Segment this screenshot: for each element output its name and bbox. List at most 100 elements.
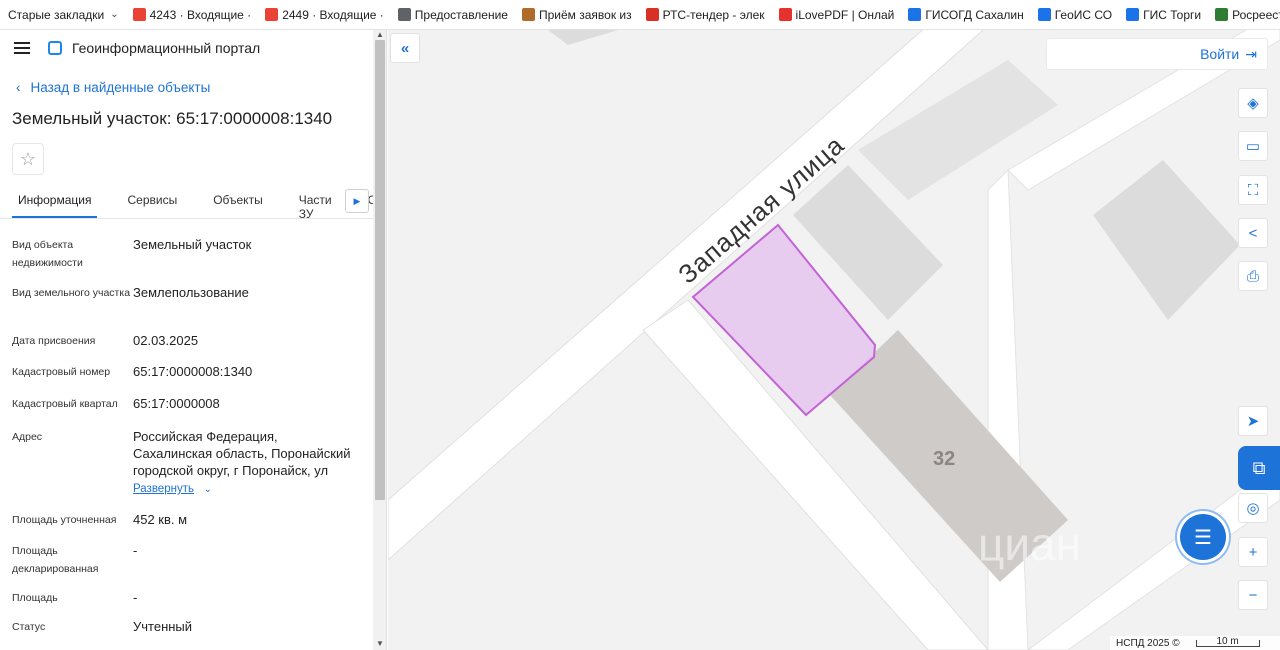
bookmark-item[interactable]: ГеоИС СО — [1037, 7, 1113, 22]
service-widget-button[interactable]: ⧉ — [1238, 446, 1280, 490]
field-label: Площадь уточненная — [12, 514, 117, 526]
watermark-label: циан — [978, 518, 1081, 570]
navigation-button[interactable]: ➤ — [1238, 406, 1268, 436]
field-row: Площадь декларированная - — [12, 542, 362, 578]
scrollbar-thumb[interactable] — [375, 40, 385, 500]
mail-icon — [132, 8, 146, 21]
location-button[interactable]: ◎ — [1238, 493, 1268, 523]
tab-information[interactable]: Информация — [12, 189, 98, 218]
field-label: Кадастровый номер — [12, 366, 111, 378]
bookmark-item[interactable]: iLovePDF | Онлай — [778, 7, 895, 22]
expand-label: Развернуть — [133, 483, 194, 495]
area-select-button[interactable]: ⛶ — [1238, 175, 1268, 205]
field-label: Вид объекта недвижимости — [12, 239, 83, 269]
field-value-address: Российская Федерация, Сахалинская област… — [133, 428, 358, 498]
field-row: Площадь - — [12, 589, 362, 607]
menu-icon[interactable] — [14, 42, 30, 54]
field-label: Вид земельного участка — [12, 287, 131, 299]
field-value: 65:17:0000008 — [133, 396, 220, 411]
bookmark-item[interactable]: Приём заявок из — [521, 8, 632, 22]
collapse-panel-button[interactable]: « — [390, 33, 420, 63]
field-value: 452 кв. м — [133, 512, 188, 527]
scroll-up-icon[interactable]: ▲ — [376, 30, 384, 39]
field-value: 65:17:0000008:1340 — [133, 364, 253, 379]
bookmark-item[interactable]: 4243 · Входящие · — [132, 7, 252, 22]
panel-scrollbar[interactable]: ▲ ▼ — [373, 30, 387, 650]
field-value: 02.03.2025 — [133, 333, 199, 348]
zoom-in-button[interactable]: + — [1238, 537, 1268, 567]
rosreestr-icon — [1215, 8, 1229, 21]
tab-objects[interactable]: Объекты — [207, 189, 269, 218]
object-title: Земельный участок: 65:17:0000008:1340 — [12, 109, 333, 128]
chevron-down-icon: ⌄ — [110, 9, 119, 20]
widget-icon: ⧉ — [1252, 457, 1266, 478]
tabs-scroll-right-button[interactable]: ▶ — [345, 189, 369, 213]
back-link[interactable]: ‹ Назад в найденные объекты — [16, 80, 373, 95]
field-row: Статус Учтенный — [12, 618, 362, 636]
object-info-panel: Геоинформационный портал ‹ Назад в найде… — [0, 30, 373, 650]
mail-icon — [265, 8, 279, 21]
field-value: Земельный участок — [133, 237, 252, 252]
emblem-icon — [1126, 8, 1140, 21]
bookmark-label: iLovePDF | Онлай — [795, 7, 895, 22]
login-button[interactable]: Войти ⇥ — [1046, 38, 1268, 70]
portal-logo-icon — [48, 41, 62, 55]
favorite-star-icon[interactable]: ☆ — [12, 143, 44, 175]
panel-header: Геоинформационный портал — [0, 30, 373, 66]
portal-title: Геоинформационный портал — [72, 40, 261, 56]
bookmark-label: 2449 · Входящие · — [282, 7, 384, 22]
tab-bar: Информация Сервисы Объекты Части ЗУ Сост… — [0, 189, 373, 221]
bookmark-label: 4243 · Входящие · — [149, 7, 252, 22]
bookmark-item[interactable]: Росреестр — [1215, 8, 1280, 22]
field-value: Учтенный — [133, 619, 193, 634]
back-link-label: Назад в найденные объекты — [30, 80, 211, 95]
bookmark-item[interactable]: 2449 · Входящие · — [265, 8, 384, 22]
bookmark-label: РТС-тендер - элек — [662, 7, 765, 22]
zoom-out-button[interactable]: − — [1238, 580, 1268, 610]
bookmark-item[interactable]: ГИС Торги — [1126, 8, 1201, 22]
field-value: Землепользование — [133, 285, 249, 300]
bookmark-item[interactable]: Предоставление — [397, 8, 508, 22]
bookmark-label: ГИСОГД Сахалин — [925, 7, 1024, 22]
bookmark-item[interactable]: Старые закладки ⌄ — [8, 8, 119, 22]
print-button[interactable]: ⎙ — [1238, 261, 1268, 291]
globe-icon — [397, 8, 411, 21]
bookmark-item[interactable]: ГИСОГД Сахалин — [908, 7, 1024, 22]
layers-button[interactable]: ◈ — [1238, 88, 1268, 118]
field-row: Дата присвоения 02.03.2025 — [12, 332, 362, 350]
field-label: Кадастровый квартал — [12, 398, 118, 410]
building-icon — [1037, 8, 1051, 21]
bookmark-label: ГИС Торги — [1143, 7, 1202, 22]
copyright-text: НСПД 2025 © — [1116, 637, 1180, 649]
map-footer: НСПД 2025 © 10 m — [1110, 636, 1280, 650]
building-icon — [908, 8, 922, 21]
expand-link[interactable]: Развернуть ⌄ — [133, 479, 358, 498]
scale-bar: 10 m — [1195, 636, 1260, 647]
tab-parts[interactable]: Части ЗУ — [293, 189, 338, 221]
field-row: Вид объекта недвижимости Земельный участ… — [12, 236, 362, 272]
field-row: Вид земельного участка Землепользование — [12, 284, 362, 302]
tab-services[interactable]: Сервисы — [121, 189, 183, 218]
navigation-arrow-icon: ➤ — [1246, 413, 1260, 430]
bookmark-label: ГеоИС СО — [1054, 7, 1113, 22]
share-button[interactable]: < — [1238, 218, 1268, 248]
minus-icon: − — [1248, 586, 1258, 604]
location-icon: ◎ — [1246, 500, 1260, 517]
chat-button[interactable]: ☰ — [1180, 514, 1226, 560]
field-row: Адрес Российская Федерация, Сахалинская … — [12, 428, 362, 498]
bookmark-item[interactable]: РТС-тендер - элек — [645, 7, 765, 22]
field-label: Площадь — [12, 592, 58, 604]
field-value: - — [133, 543, 138, 558]
field-label: Дата присвоения — [12, 335, 96, 347]
field-label: Адрес — [12, 431, 43, 443]
bookmark-label: Старые закладки — [8, 7, 105, 22]
field-row: Площадь уточненная 452 кв. м — [12, 511, 362, 529]
building-number-label: 32 — [933, 448, 955, 470]
select-area-icon: ⛶ — [1247, 181, 1259, 199]
scroll-down-icon[interactable]: ▼ — [376, 639, 384, 648]
map-canvas[interactable]: Западная улица 32 циан — [388, 30, 1280, 650]
ruler-button[interactable]: ▭ — [1238, 131, 1268, 161]
login-icon: ⇥ — [1245, 45, 1257, 62]
field-label: Статус — [12, 621, 46, 633]
chat-icon: ☰ — [1194, 526, 1212, 549]
